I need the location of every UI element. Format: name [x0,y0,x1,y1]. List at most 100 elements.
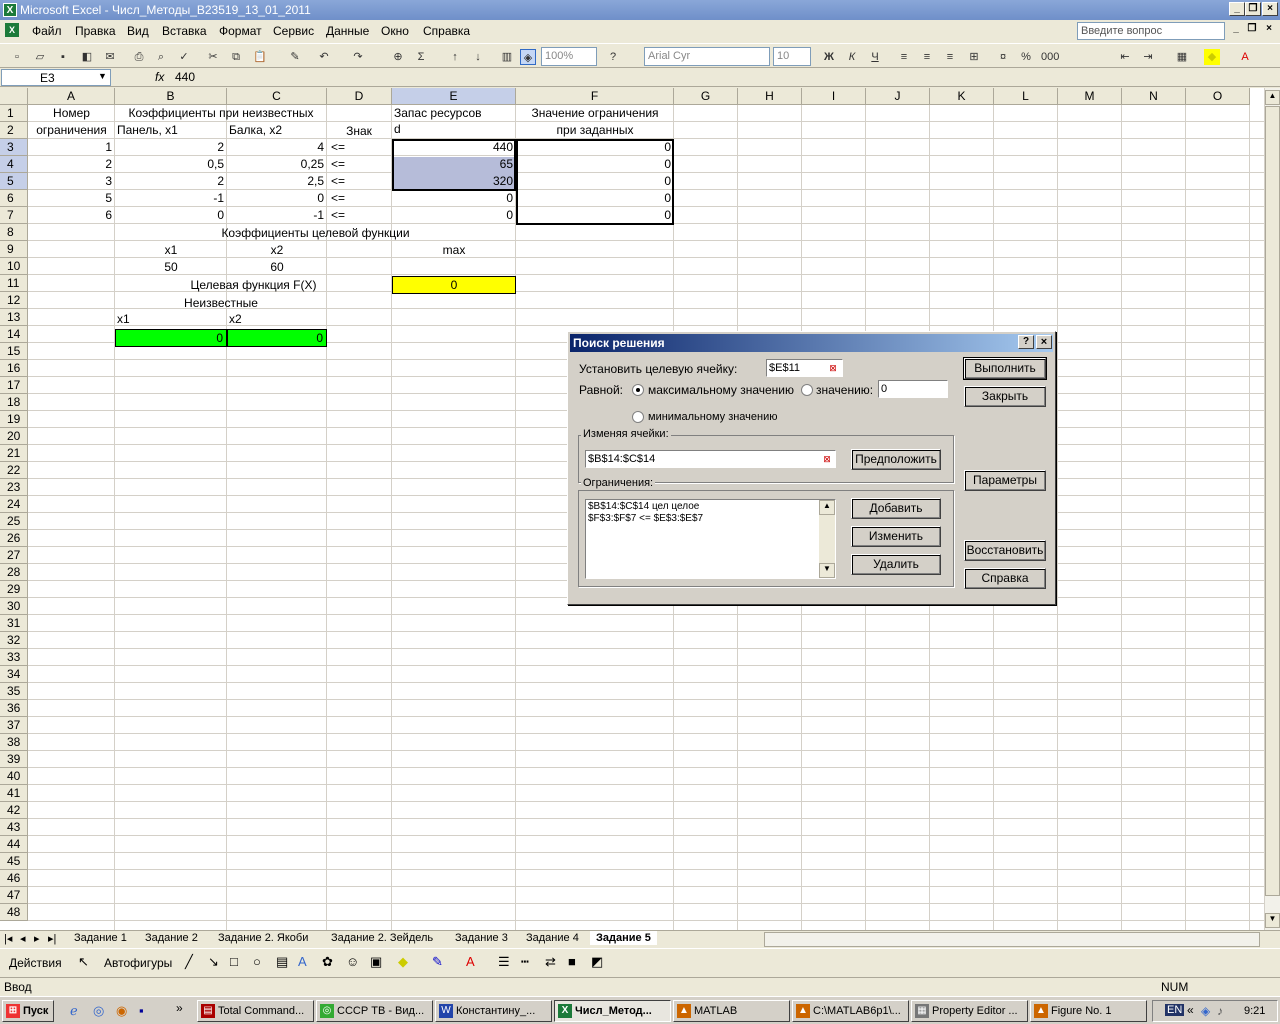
column-header[interactable]: C [227,88,327,105]
cell-F2[interactable]: при заданных [516,122,674,139]
row-header[interactable]: 22 [0,462,28,479]
cell-A7[interactable]: 6 [28,207,115,224]
changing-cells-input[interactable]: $B$14:$C$14 [585,450,836,468]
constraints-list[interactable]: $B$14:$C$14 цел целое $F$3:$F$7 <= $E$3:… [585,499,836,579]
cell-E5[interactable]: 320 [392,173,516,190]
column-header[interactable]: O [1186,88,1250,105]
row-header[interactable]: 36 [0,700,28,717]
row-header[interactable]: 23 [0,479,28,496]
tray-expand-icon[interactable]: « [1187,1003,1194,1017]
sort-asc-icon[interactable]: ↑ [447,49,463,65]
cell-C4[interactable]: 0,25 [227,156,327,173]
bold-button[interactable]: Ж [821,49,837,65]
row-header[interactable]: 47 [0,887,28,904]
oval-icon[interactable]: ○ [253,954,261,969]
menu-edit[interactable]: Правка [75,24,116,38]
more-quicklaunch-icon[interactable]: » [176,1001,183,1015]
cell-C5[interactable]: 2,5 [227,173,327,190]
last-sheet-icon[interactable]: ▸| [48,932,56,945]
volume-icon[interactable]: ♪ [1217,1004,1223,1018]
menu-tools[interactable]: Сервис [273,24,314,38]
cell-F7[interactable]: 0 [516,207,674,224]
fill-color-icon[interactable]: ◆ [1204,49,1220,65]
row-header[interactable]: 48 [0,904,28,921]
cell-E6[interactable]: 0 [392,190,516,207]
row-header[interactable]: 33 [0,649,28,666]
zoom-select[interactable]: 100% [541,47,597,66]
diagram-icon[interactable]: ✿ [322,954,333,970]
cell-D2[interactable]: Знак [327,123,391,140]
row-header[interactable]: 3 [0,139,28,156]
cell-C14[interactable]: 0 [227,329,327,347]
paste-icon[interactable]: 📋 [252,49,268,65]
row-header[interactable]: 4 [0,156,28,173]
cell-B2[interactable]: Панель, x1 [115,122,227,139]
align-left-icon[interactable]: ≡ [896,49,912,65]
task-excel[interactable]: X Числ_Метод... [554,1000,671,1022]
cell-C6[interactable]: 0 [227,190,327,207]
cell-B5[interactable]: 2 [115,173,227,190]
menu-view[interactable]: Вид [127,24,149,38]
constraints-scroll-up-icon[interactable]: ▲ [819,500,835,515]
email-icon[interactable]: ✉ [102,49,118,65]
line-icon[interactable]: ╱ [185,954,193,970]
fill-color-draw-icon[interactable]: ◆ [398,954,408,970]
save-icon[interactable]: ▪ [55,49,71,65]
menu-insert[interactable]: Вставка [162,24,207,38]
ask-question-input[interactable]: Введите вопрос [1077,22,1225,40]
row-header[interactable]: 38 [0,734,28,751]
permission-icon[interactable]: ◧ [79,49,95,65]
cell-F5[interactable]: 0 [516,173,674,190]
row-header[interactable]: 26 [0,530,28,547]
cell-A5[interactable]: 3 [28,173,115,190]
row-header[interactable]: 24 [0,496,28,513]
thousands-icon[interactable]: 000 [1041,49,1059,65]
column-header[interactable]: H [738,88,802,105]
cell-B7[interactable]: 0 [115,207,227,224]
cell-D7[interactable]: <= [327,207,392,224]
open-icon[interactable]: ▱ [32,49,48,65]
row-header[interactable]: 45 [0,853,28,870]
tab-zadanie-3[interactable]: Задание 3 [455,932,508,944]
column-header[interactable]: G [674,88,738,105]
dialog-close-icon[interactable]: × [1036,335,1052,349]
cell-E2[interactable]: d [392,121,516,138]
row-header[interactable]: 28 [0,564,28,581]
cell-E4[interactable]: 65 [392,156,516,173]
cut-icon[interactable]: ✂ [205,49,221,65]
column-header[interactable]: E [392,88,516,105]
cell-C3[interactable]: 4 [227,139,327,156]
row-header[interactable]: 11 [0,275,28,292]
indent-icon[interactable]: ⇥ [1140,49,1156,65]
task-word[interactable]: W Константину_... [435,1000,552,1022]
prev-sheet-icon[interactable]: ◂ [20,932,26,945]
row-header[interactable]: 31 [0,615,28,632]
help-icon[interactable]: ? [605,49,621,65]
drawing-icon[interactable]: ◈ [520,49,536,65]
help-button[interactable]: Справка [964,568,1046,589]
menu-window[interactable]: Окно [381,24,409,38]
select-all-corner[interactable] [0,88,28,105]
redo-icon[interactable]: ↷ [350,49,366,65]
cell-F3[interactable]: 0 [516,139,674,156]
tab-zadanie-2-seidel[interactable]: Задание 2. Зейдель [331,932,433,944]
row-header[interactable]: 21 [0,445,28,462]
row-header[interactable]: 30 [0,598,28,615]
row-header[interactable]: 8 [0,224,28,241]
add-constraint-button[interactable]: Добавить [851,498,941,519]
cell-E3[interactable]: 440 [392,139,516,156]
print-icon[interactable]: ⎙ [131,49,147,65]
namebox-dropdown-icon[interactable]: ▼ [98,71,107,81]
align-center-icon[interactable]: ≡ [919,49,935,65]
cell-D6[interactable]: <= [327,190,392,207]
cell-A3[interactable]: 1 [28,139,115,156]
row-header[interactable]: 18 [0,394,28,411]
row-header[interactable]: 7 [0,207,28,224]
cell-E1[interactable]: Запас ресурсов [392,105,516,122]
copy-icon[interactable]: ⧉ [228,49,244,65]
cell-F6[interactable]: 0 [516,190,674,207]
tab-zadanie-2[interactable]: Задание 2 [145,932,198,944]
row-header[interactable]: 12 [0,292,28,309]
row-header[interactable]: 39 [0,751,28,768]
cell-A1[interactable]: Номер [28,105,115,122]
